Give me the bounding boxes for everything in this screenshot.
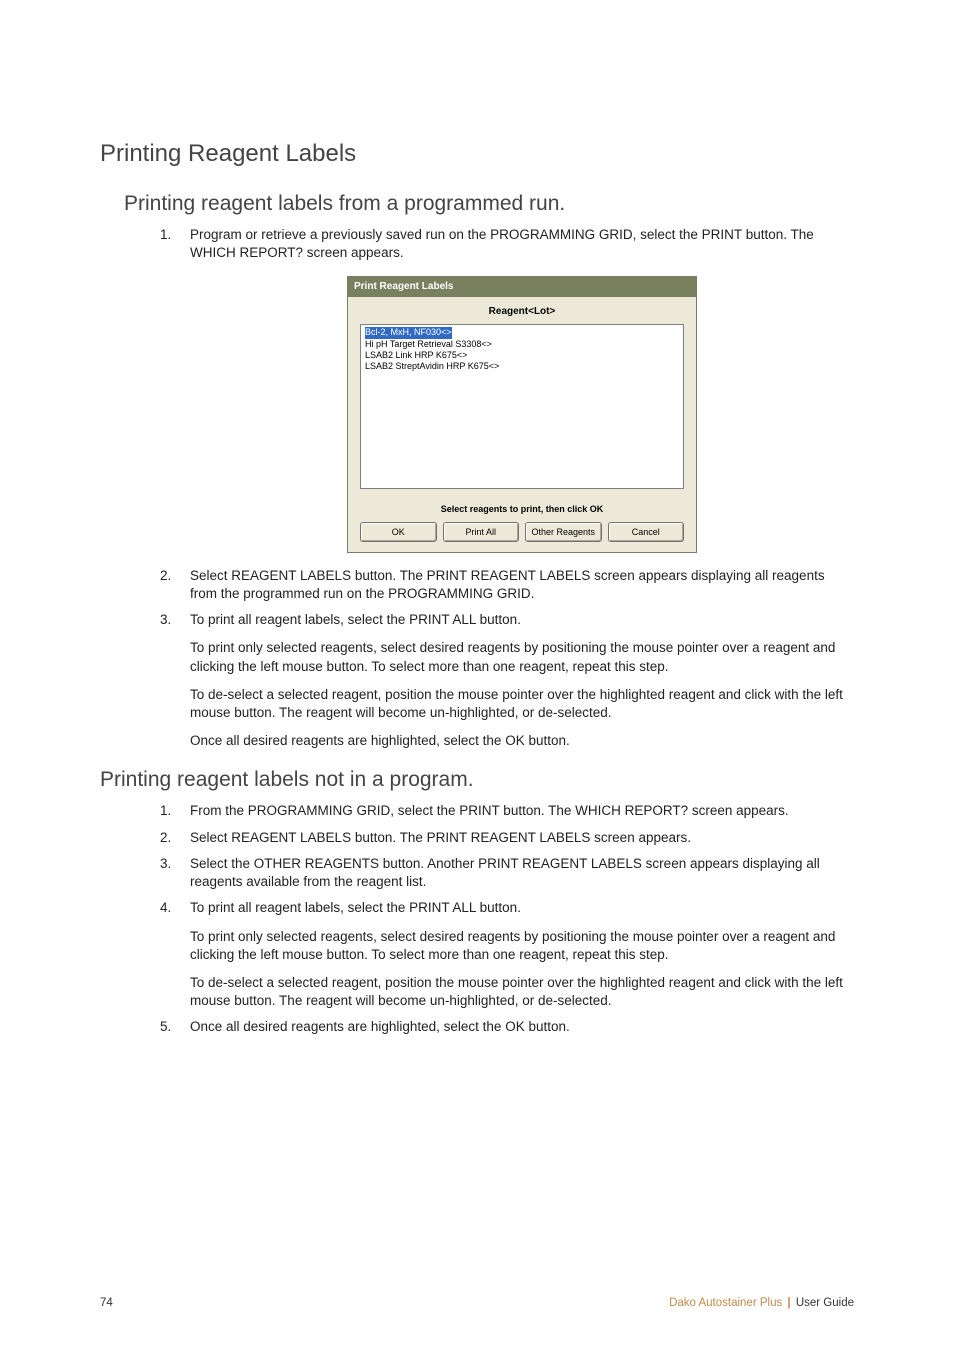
list-item: Once all desired reagents are highlighte… — [160, 1018, 854, 1036]
list-item-para: To de-select a selected reagent, positio… — [190, 974, 854, 1010]
list-item-text: To print all reagent labels, select the … — [190, 612, 521, 627]
list-item: To print all reagent labels, select the … — [160, 611, 854, 750]
list-item: Select the OTHER REAGENTS button. Anothe… — [160, 855, 854, 891]
footer-suffix: User Guide — [796, 1297, 854, 1309]
footer-right: Dako Autostainer Plus | User Guide — [669, 1297, 854, 1309]
list-item-text: From the PROGRAMMING GRID, select the PR… — [190, 803, 789, 818]
list-item: Select REAGENT LABELS button. The PRINT … — [160, 829, 854, 847]
list-item-text: Program or retrieve a previously saved r… — [190, 227, 814, 260]
section1-title: Printing reagent labels from a programme… — [124, 192, 854, 216]
list-item: Program or retrieve a previously saved r… — [160, 226, 854, 553]
dialog-button-row: OK Print All Other Reagents Cancel — [360, 522, 684, 542]
list-item-para: To print only selected reagents, select … — [190, 639, 854, 675]
list-item-text: Select REAGENT LABELS button. The PRINT … — [190, 830, 691, 845]
dialog-body: Reagent<Lot> Bcl-2, MxH, NF030<> Hi pH T… — [348, 297, 696, 552]
list-item-text: To print all reagent labels, select the … — [190, 900, 521, 915]
reagent-item[interactable]: LSAB2 Link HRP K675<> — [365, 350, 679, 361]
section2-list: From the PROGRAMMING GRID, select the PR… — [160, 802, 854, 1036]
dialog-column-header: Reagent<Lot> — [360, 305, 684, 325]
footer-brand: Dako Autostainer Plus — [669, 1297, 782, 1309]
list-item-text: Once all desired reagents are highlighte… — [190, 1019, 570, 1034]
reagent-listbox[interactable]: Bcl-2, MxH, NF030<> Hi pH Target Retriev… — [360, 324, 684, 489]
page-footer: 74 Dako Autostainer Plus | User Guide — [100, 1297, 854, 1309]
footer-separator: | — [784, 1297, 794, 1309]
dialog-titlebar: Print Reagent Labels — [348, 277, 696, 297]
cancel-button[interactable]: Cancel — [608, 522, 685, 542]
section1-list: Program or retrieve a previously saved r… — [160, 226, 854, 750]
list-item-para: Once all desired reagents are highlighte… — [190, 732, 854, 750]
list-item: To print all reagent labels, select the … — [160, 899, 854, 1010]
dialog: Print Reagent Labels Reagent<Lot> Bcl-2,… — [347, 276, 697, 552]
list-item-para: To print only selected reagents, select … — [190, 928, 854, 964]
list-item-para: To de-select a selected reagent, positio… — [190, 686, 854, 722]
section2-title: Printing reagent labels not in a program… — [100, 768, 854, 792]
reagent-item[interactable]: Bcl-2, MxH, NF030<> — [365, 327, 452, 338]
list-item: Select REAGENT LABELS button. The PRINT … — [160, 567, 854, 603]
list-item-text: Select REAGENT LABELS button. The PRINT … — [190, 568, 825, 601]
ok-button[interactable]: OK — [360, 522, 437, 542]
list-item-text: Select the OTHER REAGENTS button. Anothe… — [190, 856, 820, 889]
list-item: From the PROGRAMMING GRID, select the PR… — [160, 802, 854, 820]
reagent-item[interactable]: LSAB2 StreptAvidin HRP K675<> — [365, 361, 679, 372]
page-heading: Printing Reagent Labels — [100, 140, 854, 168]
dialog-instruction: Select reagents to print, then click OK — [360, 503, 684, 515]
dialog-screenshot: Print Reagent Labels Reagent<Lot> Bcl-2,… — [347, 276, 697, 552]
page-number: 74 — [100, 1297, 113, 1309]
other-reagents-button[interactable]: Other Reagents — [525, 522, 602, 542]
print-all-button[interactable]: Print All — [443, 522, 520, 542]
reagent-item[interactable]: Hi pH Target Retrieval S3308<> — [365, 339, 679, 350]
